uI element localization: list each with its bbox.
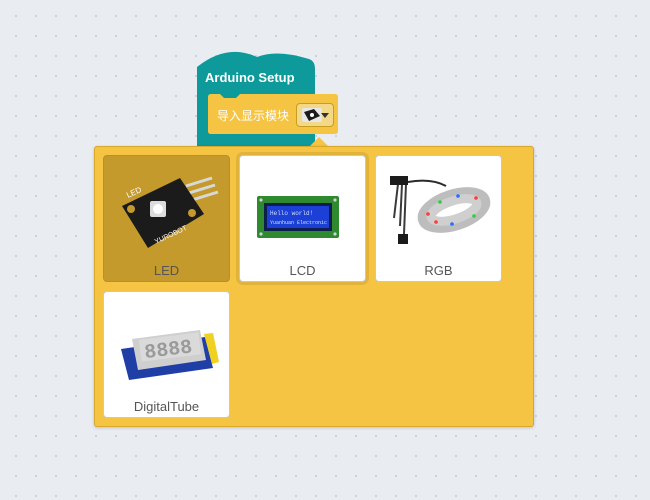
option-rgb[interactable]: RGB bbox=[375, 155, 502, 282]
import-display-module-block[interactable]: 导入显示模块 bbox=[208, 94, 338, 134]
led-module-thumbnail-icon bbox=[302, 108, 322, 122]
option-lcd-label: LCD bbox=[289, 263, 316, 278]
lcd-module-image: Hello world! Yuanhuan Electronic bbox=[240, 156, 365, 262]
option-led[interactable]: LED YUROBOT LED bbox=[103, 155, 230, 282]
option-led-label: LED bbox=[153, 263, 180, 278]
option-lcd[interactable]: Hello world! Yuanhuan Electronic LCD bbox=[239, 155, 366, 282]
setup-block-title: Arduino Setup bbox=[205, 70, 295, 85]
import-block-label: 导入显示模块 bbox=[217, 109, 290, 123]
lcd-line-2: Yuanhuan Electronic bbox=[270, 220, 327, 226]
lcd-line-1: Hello world! bbox=[270, 210, 313, 217]
module-dropdown-menu: LED YUROBOT LED Hello world! Yuanhuan El… bbox=[94, 146, 534, 427]
led-module-image: LED YUROBOT bbox=[104, 156, 229, 262]
option-digitaltube[interactable]: 8888 DigitalTube bbox=[103, 291, 230, 418]
option-digitaltube-label: DigitalTube bbox=[133, 399, 200, 414]
digital-tube-image: 8888 bbox=[104, 292, 229, 398]
module-dropdown[interactable] bbox=[296, 103, 334, 127]
rgb-strip-image bbox=[376, 156, 501, 262]
chevron-down-icon bbox=[321, 113, 329, 118]
option-rgb-label: RGB bbox=[424, 263, 453, 278]
